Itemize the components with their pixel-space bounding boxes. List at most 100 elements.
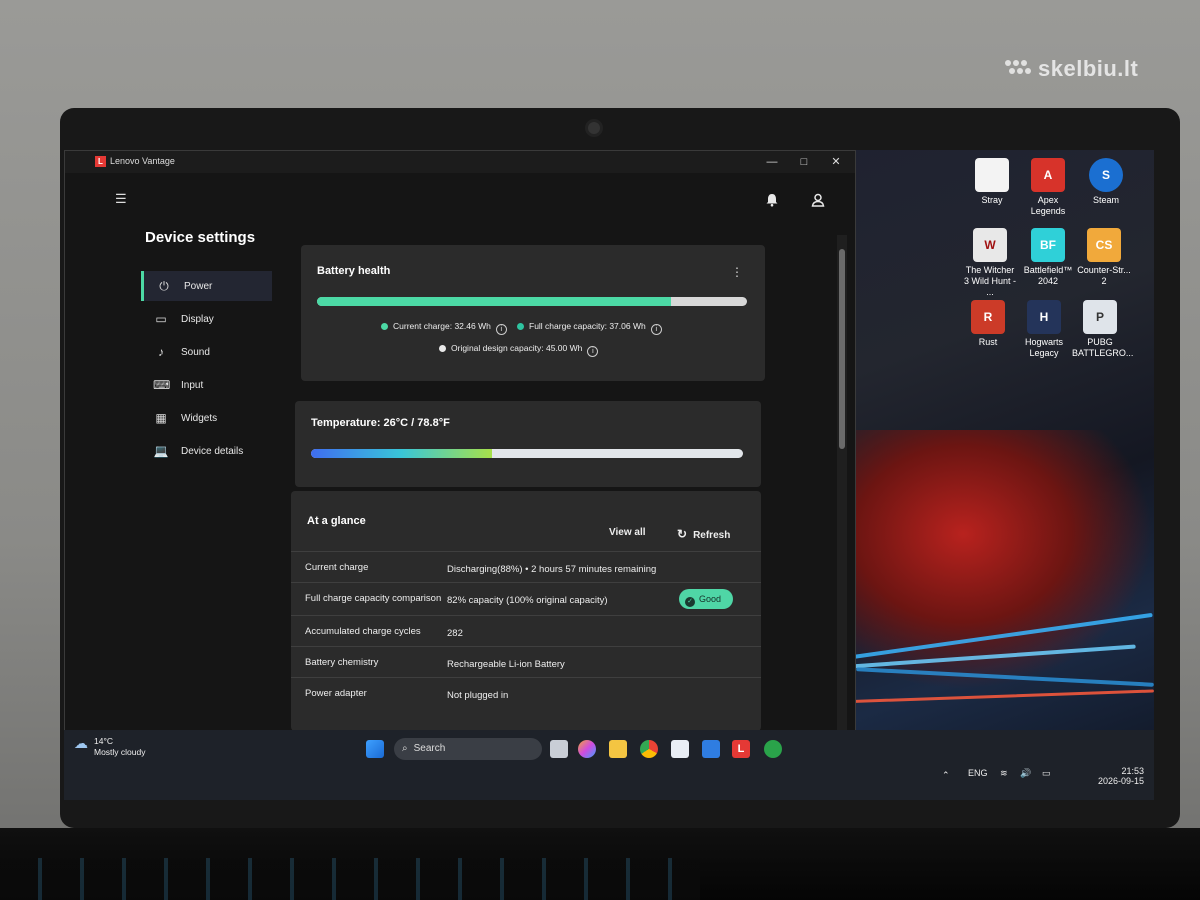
desktop-icon-counter-strike[interactable]: CS Counter-Str... 2	[1076, 228, 1132, 287]
battery-health-bar-fill	[317, 297, 672, 306]
sidebar-item-label: Device details	[181, 445, 244, 457]
apex-legends-icon: A	[1031, 158, 1065, 192]
minimize-button[interactable]: —	[757, 153, 787, 171]
at-a-glance-card: At a glance View all ↻ Refresh Current ch…	[291, 491, 761, 731]
full-capacity-label: Full charge capacity:	[529, 321, 607, 331]
status-badge-label: Good	[699, 594, 722, 604]
desktop-icon-stray[interactable]: Stray	[964, 158, 1020, 206]
stray-icon	[975, 158, 1009, 192]
windows-start-icon[interactable]	[366, 740, 384, 758]
cloud-icon: ☁	[74, 735, 88, 751]
clock-date: 2026-09-15	[1097, 776, 1144, 786]
desktop-icon-witcher[interactable]: W The Witcher 3 Wild Hunt - ...	[962, 228, 1018, 298]
row-label: Full charge capacity comparison	[305, 593, 442, 604]
desktop-icon-hogwarts[interactable]: H Hogwarts Legacy	[1016, 300, 1072, 359]
refresh-label: Refresh	[693, 530, 731, 541]
wifi-icon[interactable]: ≋	[1000, 768, 1008, 779]
desktop-icon-battlefield[interactable]: BF Battlefield™ 2042	[1020, 228, 1076, 287]
language-indicator[interactable]: ENG	[968, 768, 988, 778]
task-view-icon[interactable]	[550, 740, 568, 758]
store-icon[interactable]	[671, 740, 689, 758]
refresh-button[interactable]: ↻ Refresh	[677, 527, 730, 541]
row-label: Current charge	[305, 562, 369, 573]
temperature-value: 26°C / 78.8°F	[383, 417, 450, 429]
battery-health-title: Battery health	[317, 265, 391, 277]
sidebar-item-device-details[interactable]: 💻 Device details	[141, 436, 269, 466]
row-value: Discharging(88%) • 2 hours 57 minutes re…	[447, 564, 657, 575]
monitor-icon: ▭	[155, 312, 167, 326]
copilot-icon[interactable]	[578, 740, 596, 758]
sidebar-item-widgets[interactable]: ▦ Widgets	[141, 403, 269, 433]
current-charge-value: 32.46 Wh	[454, 321, 491, 331]
screen: Stray A Apex Legends S Steam W The Witch…	[64, 150, 1154, 800]
design-capacity-label: Original design capacity:	[451, 343, 544, 353]
sidebar-item-display[interactable]: ▭ Display	[141, 304, 269, 334]
maximize-button[interactable]: □	[789, 153, 819, 171]
volume-icon[interactable]: 🔊	[1020, 768, 1031, 779]
design-capacity-legend: Original design capacity: 45.00 Wh i	[439, 343, 599, 357]
scrollbar[interactable]	[837, 235, 847, 745]
legend-dot	[517, 323, 524, 330]
sidebar-item-label: Display	[181, 313, 214, 325]
current-charge-legend: Current charge: 32.46 Wh i	[381, 321, 507, 335]
sidebar-item-power[interactable]: ⏻ Power	[141, 271, 272, 301]
file-explorer-icon[interactable]	[609, 740, 627, 758]
info-icon[interactable]: i	[587, 346, 599, 357]
lenovo-vantage-taskbar-icon[interactable]: L	[732, 740, 750, 758]
desktop-icon-rust[interactable]: R Rust	[960, 300, 1016, 348]
temperature-bar-fill	[311, 449, 493, 458]
scrollbar-thumb[interactable]	[839, 249, 845, 449]
battery-icon[interactable]: ▭	[1042, 768, 1051, 779]
keyboard-icon: ⌨	[153, 378, 171, 392]
xbox-icon[interactable]	[764, 740, 782, 758]
chevron-up-icon[interactable]: ⌃	[942, 770, 950, 781]
webcam	[588, 122, 600, 134]
desktop-icon-label: Hogwarts Legacy	[1024, 337, 1063, 358]
row-value: 82% capacity (100% original capacity)	[447, 595, 608, 606]
desktop-icon-apex[interactable]: A Apex Legends	[1020, 158, 1076, 217]
info-icon[interactable]: i	[650, 324, 662, 335]
light-streak	[836, 689, 1154, 704]
table-row: Full charge capacity comparison 82% capa…	[291, 582, 761, 615]
clock[interactable]: 21:53 2026-09-15	[1094, 766, 1144, 786]
desktop-icon-label: The Witcher 3 Wild Hunt - ...	[963, 265, 1016, 297]
pubg-icon: P	[1083, 300, 1117, 334]
info-icon[interactable]: i	[495, 324, 507, 335]
view-all-link[interactable]: View all	[609, 527, 646, 538]
sidebar-item-label: Power	[184, 280, 213, 292]
chrome-icon[interactable]	[640, 740, 658, 758]
battery-health-bar	[317, 297, 747, 306]
watermark-dots-icon	[1005, 60, 1031, 74]
weather-widget[interactable]: ☁ 14°C Mostly cloudy	[74, 736, 146, 758]
sidebar-item-input[interactable]: ⌨ Input	[141, 370, 269, 400]
weather-desc: Mostly cloudy	[94, 747, 146, 757]
keyboard-backlight	[0, 858, 700, 900]
close-button[interactable]: ✕	[821, 153, 851, 171]
temperature-bar	[311, 449, 743, 458]
page-title: Device settings	[145, 229, 256, 246]
witcher-icon: W	[973, 228, 1007, 262]
row-value: Rechargeable Li-ion Battery	[447, 659, 565, 670]
desktop-icon-steam[interactable]: S Steam	[1078, 158, 1134, 206]
more-options-icon[interactable]: ⋮	[731, 265, 743, 279]
desktop-icon-pubg[interactable]: P PUBG BATTLEGRO...	[1072, 300, 1133, 359]
bell-icon[interactable]	[765, 193, 779, 207]
mail-icon[interactable]	[702, 740, 720, 758]
full-capacity-value: 37.06 Wh	[609, 321, 646, 331]
lenovo-app-icon: L	[95, 156, 106, 167]
sidebar-item-sound[interactable]: ♪ Sound	[141, 337, 269, 367]
full-capacity-legend: Full charge capacity: 37.06 Wh i	[517, 321, 662, 335]
search-box[interactable]: ⌕ Search	[394, 738, 542, 760]
temperature-label: Temperature:	[311, 417, 381, 429]
legend-dot	[439, 345, 446, 352]
title-bar: L Lenovo Vantage — □ ✕	[65, 151, 855, 173]
row-label: Accumulated charge cycles	[305, 626, 421, 637]
music-note-icon: ♪	[158, 345, 164, 359]
counter-strike-icon: CS	[1087, 228, 1121, 262]
desktop-icon-label: Stray	[981, 195, 1003, 205]
menu-icon[interactable]: ☰	[115, 191, 127, 207]
desktop-icon-label: Steam	[1092, 195, 1119, 205]
row-label: Power adapter	[305, 688, 367, 699]
user-icon[interactable]	[811, 193, 825, 207]
widgets-icon: ▦	[155, 411, 167, 425]
